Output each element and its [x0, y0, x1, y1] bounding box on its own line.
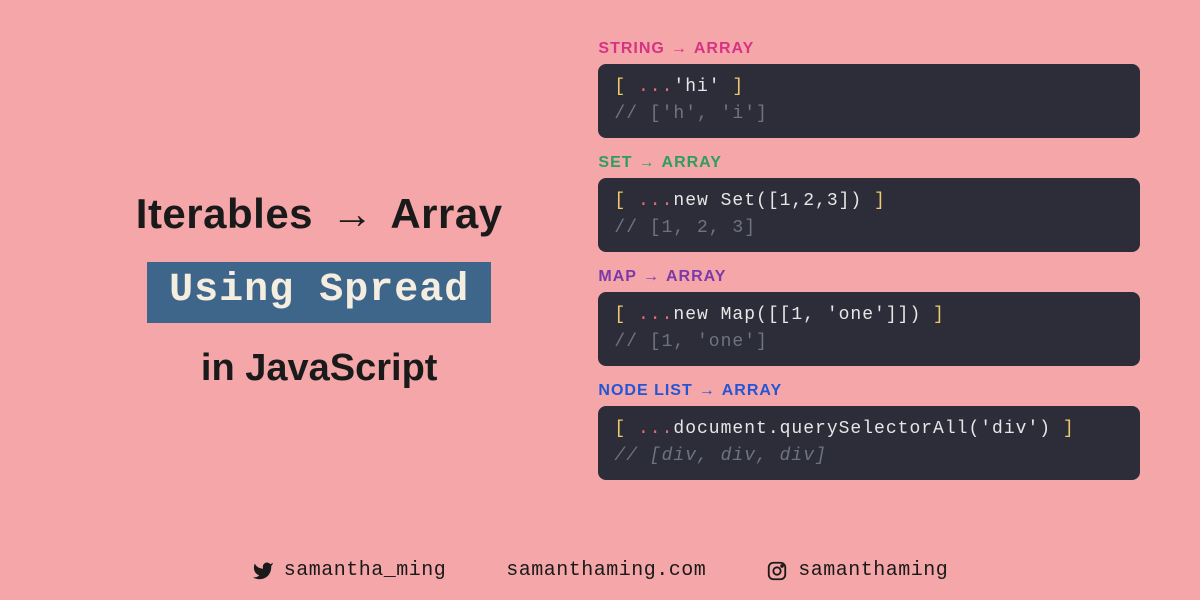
- code-comment: // [1, 'one']: [614, 329, 1124, 356]
- headline-panel: Iterables → Array Using Spread in JavaSc…: [60, 40, 578, 540]
- example-header-type: NODE LIST: [598, 382, 692, 400]
- footer: samantha_ming samanthaming.com samantham…: [0, 559, 1200, 582]
- example-header-array: ARRAY: [662, 154, 722, 172]
- example-block: STRING → ARRAY [ ...'hi' ]// ['h', 'i']: [598, 40, 1140, 138]
- code-comment: // [1, 2, 3]: [614, 215, 1124, 242]
- arrow-icon: →: [331, 190, 374, 237]
- examples-panel: STRING → ARRAY [ ...'hi' ]// ['h', 'i'] SET →…: [578, 40, 1140, 540]
- example-header: SET → ARRAY: [598, 154, 1140, 172]
- footer-instagram-text: samanthaming: [798, 559, 948, 582]
- footer-website: samanthaming.com: [506, 559, 706, 582]
- code-comment: // [div, div, div]: [614, 443, 1124, 470]
- code-line: [ ...'hi' ]: [614, 74, 1124, 101]
- title-word-iterables: Iterables: [136, 190, 313, 237]
- example-header-type: SET: [598, 154, 632, 172]
- code-box: [ ...new Map([[1, 'one']]) ]// [1, 'one'…: [598, 292, 1140, 366]
- example-header-type: MAP: [598, 268, 637, 286]
- title-line-2: Using Spread: [147, 262, 491, 323]
- example-header-array: ARRAY: [666, 268, 726, 286]
- code-line: [ ...new Set([1,2,3]) ]: [614, 188, 1124, 215]
- twitter-icon: [252, 560, 274, 582]
- example-header: MAP → ARRAY: [598, 268, 1140, 286]
- example-header-type: STRING: [598, 40, 664, 58]
- example-header: STRING → ARRAY: [598, 40, 1140, 58]
- code-line: [ ...document.querySelectorAll('div') ]: [614, 416, 1124, 443]
- example-block: MAP → ARRAY [ ...new Map([[1, 'one']]) ]// …: [598, 268, 1140, 366]
- footer-twitter-text: samantha_ming: [284, 559, 447, 582]
- code-box: [ ...document.querySelectorAll('div') ]/…: [598, 406, 1140, 480]
- instagram-icon: [766, 560, 788, 582]
- arrow-icon: →: [639, 154, 656, 172]
- example-block: NODE LIST → ARRAY [ ...document.querySelect…: [598, 382, 1140, 480]
- footer-instagram: samanthaming: [766, 559, 948, 582]
- footer-website-text: samanthaming.com: [506, 559, 706, 582]
- title-word-array: Array: [390, 190, 502, 237]
- title-line-1: Iterables → Array: [136, 190, 503, 238]
- code-box: [ ...'hi' ]// ['h', 'i']: [598, 64, 1140, 138]
- arrow-icon: →: [699, 382, 716, 400]
- arrow-icon: →: [671, 40, 688, 58]
- example-header: NODE LIST → ARRAY: [598, 382, 1140, 400]
- arrow-icon: →: [643, 268, 660, 286]
- code-comment: // ['h', 'i']: [614, 101, 1124, 128]
- footer-twitter: samantha_ming: [252, 559, 447, 582]
- example-header-array: ARRAY: [722, 382, 782, 400]
- example-header-array: ARRAY: [694, 40, 754, 58]
- code-box: [ ...new Set([1,2,3]) ]// [1, 2, 3]: [598, 178, 1140, 252]
- example-block: SET → ARRAY [ ...new Set([1,2,3]) ]// [1, 2…: [598, 154, 1140, 252]
- code-line: [ ...new Map([[1, 'one']]) ]: [614, 302, 1124, 329]
- title-line-3: in JavaScript: [201, 347, 438, 390]
